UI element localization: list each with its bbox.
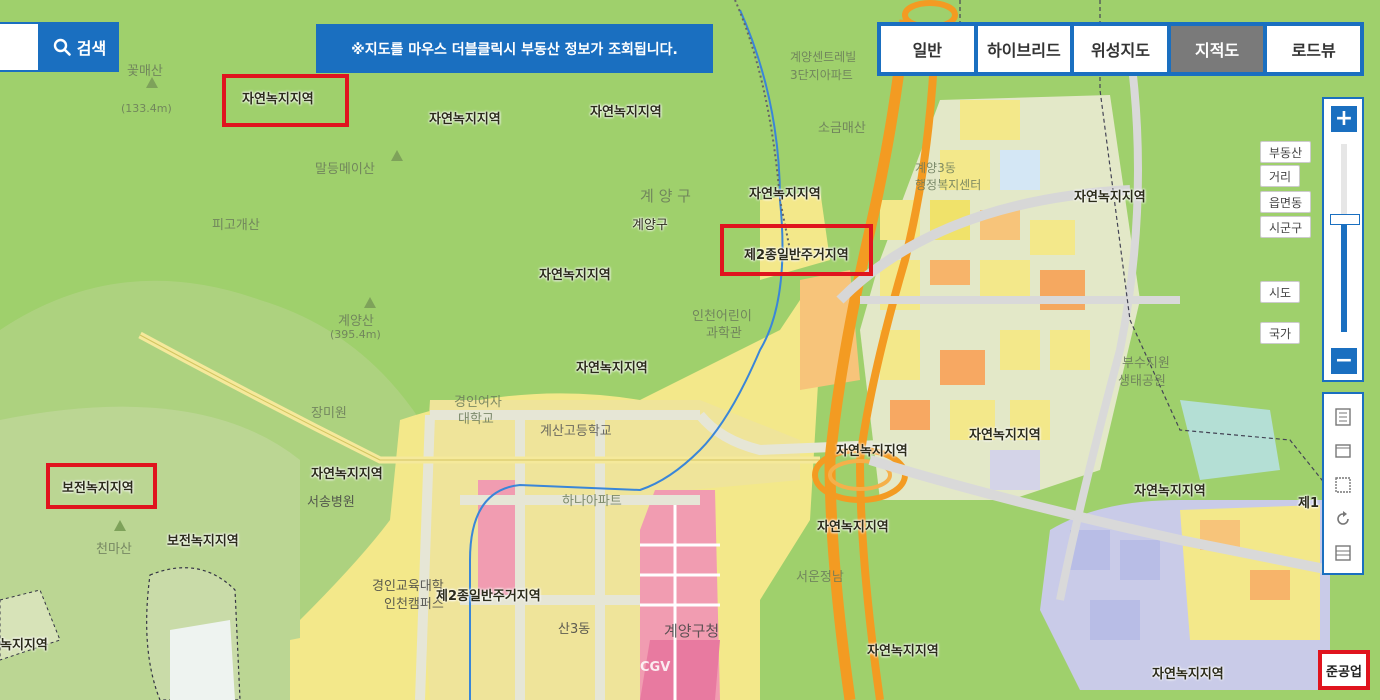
map-canvas[interactable] [0, 0, 1380, 700]
place-label: 생태공원 [1118, 374, 1166, 389]
place-label: 말등메이산 [315, 162, 375, 177]
zoom-level-country[interactable]: 국가 [1260, 322, 1301, 344]
place-label: 부수지원 [1122, 356, 1170, 371]
highlight-box [222, 74, 349, 127]
zoom-level-district[interactable]: 시군구 [1260, 216, 1312, 238]
place-label: 소금매산 [818, 121, 866, 136]
zone-label: 녹지지역 [0, 638, 48, 653]
place-label: 꽃매산 [127, 64, 163, 79]
zone-label: 자연녹지지역 [1134, 484, 1206, 499]
list-icon[interactable] [1334, 544, 1352, 562]
search-input[interactable] [0, 22, 40, 72]
map-type-selector: 일반 하이브리드 위성지도 지적도 로드뷰 [877, 22, 1364, 76]
place-label: 대학교 [458, 412, 494, 427]
tab-normal[interactable]: 일반 [881, 26, 974, 72]
area-icon[interactable] [1334, 442, 1352, 460]
tab-satellite[interactable]: 위성지도 [1074, 26, 1167, 72]
ruler-icon[interactable] [1334, 408, 1352, 426]
search-button[interactable]: 검색 [40, 22, 119, 72]
zoom-level-town[interactable]: 읍면동 [1260, 191, 1312, 213]
zoom-level-fill [1341, 219, 1347, 332]
zone-label: 자연녹지지역 [311, 467, 383, 482]
zoom-level-realestate[interactable]: 부동산 [1260, 141, 1312, 163]
highlight-box [720, 224, 873, 276]
place-label: 3단지아파트 [790, 68, 853, 82]
tab-roadview[interactable]: 로드뷰 [1267, 26, 1360, 72]
zoom-level-province[interactable]: 시도 [1260, 281, 1301, 303]
rectangle-icon[interactable] [1334, 476, 1352, 494]
zoom-control: + − [1322, 97, 1364, 382]
place-label: 계양구청 [664, 622, 720, 640]
zone-label: 자연녹지지역 [576, 361, 648, 376]
zone-label: 자연녹지지역 [817, 520, 889, 535]
zone-label: 제2종일반주거지역 [436, 589, 541, 604]
search-button-label: 검색 [76, 39, 107, 58]
tab-hybrid[interactable]: 하이브리드 [977, 26, 1071, 72]
place-label: 산3동 [558, 622, 591, 637]
zone-label: 자연녹지지역 [836, 444, 908, 459]
refresh-icon[interactable] [1334, 510, 1352, 528]
place-label: (133.4m) [121, 102, 172, 115]
place-label: 천마산 [96, 542, 132, 557]
place-label: CGV [640, 660, 671, 675]
place-label: 계산고등학교 [540, 424, 612, 439]
zone-label: 자연녹지지역 [867, 644, 939, 659]
place-label: 피고개산 [212, 218, 260, 233]
district-label: 계양구 [632, 218, 668, 233]
place-label: 행정복지센터 [915, 178, 982, 192]
zone-label: 자연녹지지역 [969, 428, 1041, 443]
zone-label: 제1 [1298, 496, 1320, 511]
zone-label: 자연녹지지역 [590, 105, 662, 120]
place-label: (395.4m) [330, 328, 381, 341]
zoom-slider-handle[interactable] [1330, 214, 1360, 225]
zoom-out-button[interactable]: − [1331, 348, 1357, 374]
place-label: 인천캠퍼스 [384, 597, 444, 612]
zone-label: 자연녹지지역 [539, 268, 611, 283]
place-label: 하나아파트 [562, 494, 622, 509]
zoom-level-street[interactable]: 거리 [1260, 165, 1301, 187]
zone-label: 자연녹지지역 [1074, 190, 1146, 205]
place-label: 계양산 [338, 314, 374, 329]
zone-label: 자연녹지지역 [749, 187, 821, 202]
map-notice: ※지도를 마우스 더블클릭시 부동산 정보가 조회됩니다. [316, 24, 713, 73]
place-label: 경인교육대학 [372, 579, 444, 594]
place-label: 계양센트레빌 [790, 50, 857, 64]
place-label: 과학관 [706, 326, 742, 341]
place-label: 장미원 [311, 406, 347, 421]
zone-label: 자연녹지지역 [429, 112, 501, 127]
place-label: 서운정남 [796, 570, 844, 585]
place-label: 계 양 구 [640, 187, 691, 205]
highlight-box [46, 463, 157, 509]
zone-label: 보전녹지지역 [167, 534, 239, 549]
tab-cadastral[interactable]: 지적도 [1170, 26, 1264, 72]
map-tools [1322, 392, 1364, 575]
search-icon [53, 38, 71, 56]
zone-label-semi-industrial: 준공업 [1318, 650, 1370, 690]
place-label: 계양3동 [915, 161, 956, 175]
place-label: 서송병원 [307, 495, 355, 510]
zoom-in-button[interactable]: + [1331, 106, 1357, 132]
zone-label: 자연녹지지역 [1152, 667, 1224, 682]
